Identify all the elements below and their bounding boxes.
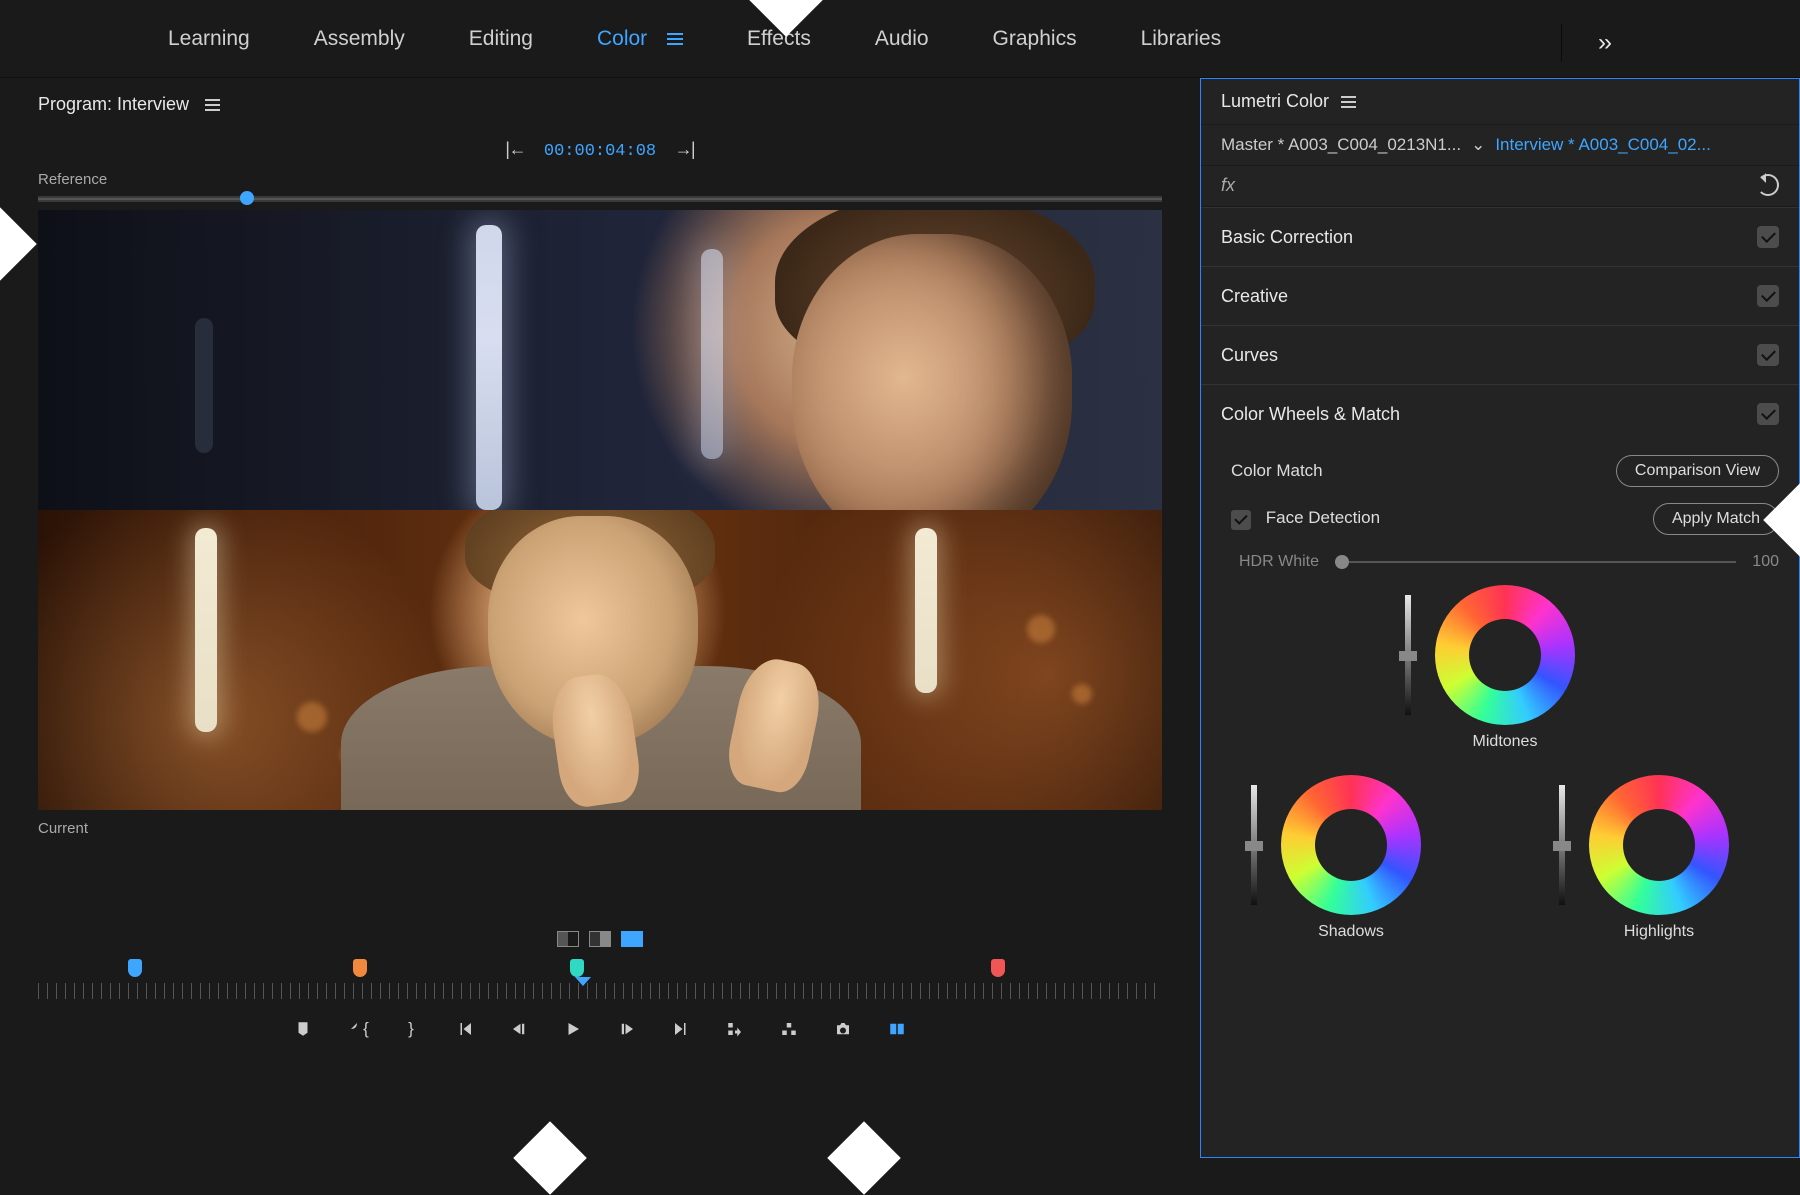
extract-button[interactable] (777, 1017, 801, 1041)
reset-effect-button[interactable] (1757, 174, 1779, 196)
section-color-wheels[interactable]: Color Wheels & Match (1201, 384, 1799, 443)
chevron-down-icon: ⌄ (1471, 135, 1485, 155)
lumetri-panel-menu-icon[interactable] (1341, 96, 1356, 108)
mark-out-button[interactable]: } (399, 1017, 423, 1041)
highlights-luma-slider[interactable] (1559, 785, 1565, 905)
program-scrub-bar[interactable] (38, 196, 1162, 202)
marker-blue[interactable] (128, 959, 142, 977)
program-scrub-playhead[interactable] (240, 191, 254, 205)
shadows-luma-slider[interactable] (1251, 785, 1257, 905)
lumetri-clip-selector[interactable]: Master * A003_C004_0213N1... ⌄ Interview… (1201, 125, 1799, 166)
lumetri-active-clip: Interview * A003_C004_02... (1495, 135, 1710, 155)
export-frame-button[interactable] (831, 1017, 855, 1041)
view-mode-side-by-side[interactable] (557, 931, 579, 947)
view-mode-split[interactable] (589, 931, 611, 947)
time-ruler[interactable] (38, 983, 1162, 999)
section-curves-toggle[interactable] (1757, 344, 1779, 366)
go-to-out-button[interactable] (669, 1017, 693, 1041)
face-detection-checkbox[interactable] (1231, 510, 1251, 530)
apply-match-button[interactable]: Apply Match (1653, 503, 1779, 535)
section-curves-label: Curves (1221, 345, 1278, 366)
current-label: Current (0, 810, 1200, 841)
workspace-tab-menu-icon[interactable] (667, 33, 683, 45)
workspace-tab-audio[interactable]: Audio (867, 17, 937, 61)
reference-view (38, 210, 1162, 510)
hdr-white-value[interactable]: 100 (1752, 553, 1779, 571)
program-panel-menu-icon[interactable] (205, 99, 220, 111)
workspace-bar: Learning Assembly Editing Color Effects … (0, 0, 1800, 78)
step-back-button[interactable] (507, 1017, 531, 1041)
section-basic-correction-toggle[interactable] (1757, 226, 1779, 248)
comparison-view-button[interactable] (885, 1017, 909, 1041)
program-timecode-row: |← 00:00:04:08 →| (0, 125, 1200, 165)
workspace-tab-color[interactable]: Color (589, 17, 691, 61)
program-monitor (38, 210, 1162, 810)
marker-track[interactable] (38, 957, 1162, 981)
marker-red[interactable] (991, 959, 1005, 977)
program-panel-title: Program: Interview (38, 94, 189, 115)
color-wheels-area: Midtones Shadows Highlights (1231, 575, 1779, 975)
face-detection-label: Face Detection (1266, 508, 1380, 527)
fx-badge[interactable]: fx (1221, 175, 1235, 196)
step-forward-button[interactable] (615, 1017, 639, 1041)
midtones-luma-slider[interactable] (1405, 595, 1411, 715)
workspace-tabs: Learning Assembly Editing Color Effects … (160, 17, 1229, 61)
play-button[interactable] (561, 1017, 585, 1041)
marker-orange[interactable] (353, 959, 367, 977)
workspace-tab-learning[interactable]: Learning (160, 17, 258, 61)
section-curves[interactable]: Curves (1201, 325, 1799, 384)
lumetri-color-panel: Lumetri Color Master * A003_C004_0213N1.… (1200, 78, 1800, 1158)
lumetri-master-clip: Master * A003_C004_0213N1... (1221, 135, 1461, 155)
hdr-white-slider[interactable] (1335, 561, 1736, 563)
current-view (38, 510, 1162, 810)
lift-button[interactable] (723, 1017, 747, 1041)
highlights-wheel[interactable]: Highlights (1589, 775, 1729, 941)
midtones-wheel[interactable]: Midtones (1435, 585, 1575, 751)
shadows-label: Shadows (1281, 923, 1421, 941)
program-timecode[interactable]: 00:00:04:08 (544, 142, 656, 161)
section-creative-toggle[interactable] (1757, 285, 1779, 307)
section-color-wheels-label: Color Wheels & Match (1221, 404, 1400, 425)
view-mode-comparison[interactable] (621, 931, 643, 947)
section-basic-correction[interactable]: Basic Correction (1201, 207, 1799, 266)
marker-cyan[interactable] (570, 959, 584, 977)
comparison-view-pill[interactable]: Comparison View (1616, 455, 1779, 487)
workspace-tab-graphics[interactable]: Graphics (985, 17, 1085, 61)
add-marker-button[interactable] (291, 1017, 315, 1041)
section-color-wheels-toggle[interactable] (1757, 403, 1779, 425)
highlights-label: Highlights (1589, 923, 1729, 941)
workspace-tab-color-label: Color (597, 27, 647, 50)
section-basic-correction-label: Basic Correction (1221, 227, 1353, 248)
lumetri-panel-title: Lumetri Color (1221, 91, 1329, 112)
face-detection-row[interactable]: Face Detection (1231, 508, 1380, 530)
section-creative-label: Creative (1221, 286, 1288, 307)
shadows-wheel[interactable]: Shadows (1281, 775, 1421, 941)
hdr-white-label: HDR White (1239, 553, 1319, 571)
view-mode-selector (38, 931, 1162, 947)
workspace-overflow-button[interactable]: ›› (1561, 24, 1610, 62)
goto-out-button[interactable]: →| (678, 141, 698, 161)
reference-label: Reference (0, 165, 1200, 190)
mark-in-button[interactable]: { (345, 1017, 369, 1041)
color-match-title: Color Match (1231, 461, 1323, 481)
section-creative[interactable]: Creative (1201, 266, 1799, 325)
workspace-tab-libraries[interactable]: Libraries (1133, 17, 1230, 61)
goto-in-button[interactable]: |← (502, 141, 522, 161)
program-panel-header: Program: Interview (0, 78, 1200, 125)
transport-controls: { } (38, 999, 1162, 1055)
go-to-in-button[interactable] (453, 1017, 477, 1041)
midtones-label: Midtones (1435, 733, 1575, 751)
workspace-tab-assembly[interactable]: Assembly (306, 17, 413, 61)
workspace-tab-editing[interactable]: Editing (461, 17, 541, 61)
